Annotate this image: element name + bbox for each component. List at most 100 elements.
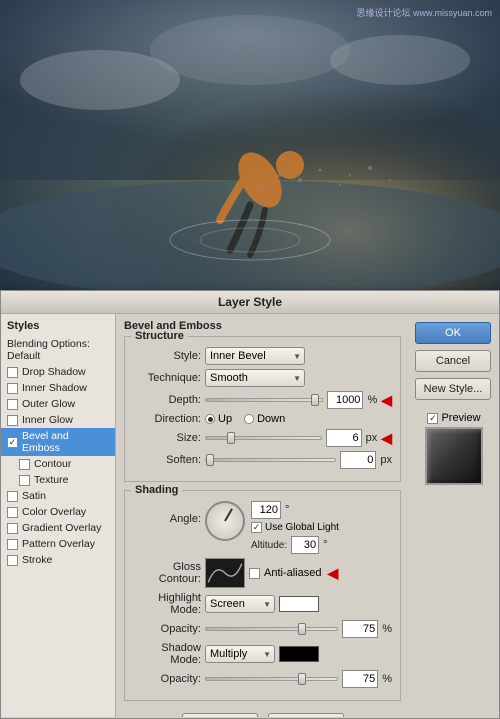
- style-bevel-emboss[interactable]: Bevel and Emboss: [1, 428, 115, 456]
- highlight-opacity-thumb[interactable]: [298, 623, 306, 635]
- direction-control: Up Down: [205, 413, 392, 425]
- style-dropdown-arrow: ▼: [293, 352, 301, 361]
- inner-glow-checkbox[interactable]: [7, 415, 18, 426]
- stroke-checkbox[interactable]: [7, 555, 18, 566]
- styles-panel-title: Styles: [1, 318, 115, 336]
- soften-control: px: [205, 451, 392, 469]
- size-slider[interactable]: [205, 436, 322, 440]
- style-inner-glow[interactable]: Inner Glow: [1, 412, 115, 428]
- technique-dropdown-arrow: ▼: [293, 374, 301, 383]
- highlight-mode-dropdown[interactable]: Screen ▼: [205, 595, 275, 613]
- angle-input[interactable]: [251, 501, 281, 519]
- style-pattern-overlay[interactable]: Pattern Overlay: [1, 536, 115, 552]
- shadow-opacity-input[interactable]: [342, 670, 378, 688]
- style-control: Inner Bevel ▼: [205, 347, 392, 365]
- new-style-button[interactable]: New Style...: [415, 378, 491, 400]
- shadow-opacity-label: Opacity:: [133, 673, 201, 685]
- angle-field-label: Angle:: [133, 513, 201, 525]
- depth-unit: %: [367, 394, 377, 406]
- style-inner-shadow[interactable]: Inner Shadow: [1, 380, 115, 396]
- size-slider-thumb[interactable]: [227, 432, 235, 444]
- anti-aliased-checkbox[interactable]: [249, 568, 260, 579]
- gloss-contour-arrow: ◀: [327, 565, 338, 582]
- style-stroke[interactable]: Stroke: [1, 552, 115, 568]
- bevel-emboss-checkbox[interactable]: [7, 437, 18, 448]
- anti-aliased-label: Anti-aliased: [264, 567, 321, 579]
- altitude-input[interactable]: [291, 536, 319, 554]
- gloss-contour-row: Gloss Contour: Anti-aliased ◀: [133, 558, 392, 588]
- shadow-opacity-slider[interactable]: [205, 677, 338, 681]
- contour-checkbox[interactable]: [19, 459, 30, 470]
- style-contour[interactable]: Contour: [1, 456, 115, 472]
- technique-field-label: Technique:: [133, 372, 201, 384]
- outer-glow-checkbox[interactable]: [7, 399, 18, 410]
- style-gradient-overlay[interactable]: Gradient Overlay: [1, 520, 115, 536]
- direction-up-option[interactable]: Up: [205, 413, 232, 425]
- direction-down-option[interactable]: Down: [244, 413, 285, 425]
- global-light-row: Use Global Light: [251, 522, 339, 533]
- shadow-mode-field-label: Shadow Mode:: [133, 642, 201, 666]
- technique-dropdown[interactable]: Smooth ▼: [205, 369, 305, 387]
- shadow-opacity-thumb[interactable]: [298, 673, 306, 685]
- highlight-color-box[interactable]: [279, 596, 319, 612]
- canvas-image: 思缘设计论坛 www.missyuan.com: [0, 0, 500, 290]
- right-buttons-panel: OK Cancel New Style... Preview: [409, 314, 499, 717]
- satin-checkbox[interactable]: [7, 491, 18, 502]
- inner-shadow-checkbox[interactable]: [7, 383, 18, 394]
- structure-title: Structure: [131, 330, 188, 342]
- style-row: Style: Inner Bevel ▼: [133, 347, 392, 365]
- highlight-opacity-slider[interactable]: [205, 627, 338, 631]
- direction-row: Direction: Up Down: [133, 413, 392, 425]
- size-field-label: Size:: [133, 432, 201, 444]
- altitude-row: Altitude: °: [251, 536, 339, 554]
- style-dropdown[interactable]: Inner Bevel ▼: [205, 347, 305, 365]
- style-texture[interactable]: Texture: [1, 472, 115, 488]
- ok-button[interactable]: OK: [415, 322, 491, 344]
- texture-checkbox[interactable]: [19, 475, 30, 486]
- style-satin[interactable]: Satin: [1, 488, 115, 504]
- soften-slider[interactable]: [205, 458, 336, 462]
- soften-input[interactable]: [340, 451, 376, 469]
- style-outer-glow[interactable]: Outer Glow: [1, 396, 115, 412]
- direction-down-radio[interactable]: [244, 414, 254, 424]
- depth-slider-thumb[interactable]: [311, 394, 319, 406]
- size-input[interactable]: [326, 429, 362, 447]
- shadow-opacity-control: %: [205, 670, 392, 688]
- blending-options-label: Blending Options: Default: [7, 338, 109, 362]
- highlight-mode-field-label: Highlight Mode:: [133, 592, 201, 616]
- gradient-overlay-checkbox[interactable]: [7, 523, 18, 534]
- preview-box: [425, 427, 483, 485]
- altitude-unit: °: [323, 539, 327, 551]
- style-drop-shadow[interactable]: Drop Shadow: [1, 364, 115, 380]
- angle-unit: °: [285, 504, 289, 516]
- size-control: px ◀: [205, 429, 392, 447]
- shadow-color-box[interactable]: [279, 646, 319, 662]
- style-blending-options[interactable]: Blending Options: Default: [1, 336, 115, 364]
- highlight-opacity-input[interactable]: [342, 620, 378, 638]
- gloss-contour-preview[interactable]: [205, 558, 245, 588]
- style-color-overlay[interactable]: Color Overlay: [1, 504, 115, 520]
- structure-section: Structure Style: Inner Bevel ▼ Technique…: [124, 336, 401, 482]
- depth-arrow-indicator: ◀: [381, 392, 392, 409]
- depth-slider[interactable]: [205, 398, 323, 402]
- shadow-mode-dropdown[interactable]: Multiply ▼: [205, 645, 275, 663]
- angle-control-area: ° Use Global Light Altitude: °: [205, 501, 339, 554]
- angle-dial[interactable]: [205, 501, 245, 541]
- reset-to-default-button[interactable]: Reset to Default: [268, 713, 344, 717]
- gloss-contour-control: Anti-aliased ◀: [205, 558, 392, 588]
- pattern-overlay-checkbox[interactable]: [7, 539, 18, 550]
- drop-shadow-checkbox[interactable]: [7, 367, 18, 378]
- depth-input[interactable]: [327, 391, 363, 409]
- color-overlay-checkbox[interactable]: [7, 507, 18, 518]
- make-default-button[interactable]: Make Default: [182, 713, 258, 717]
- soften-slider-thumb[interactable]: [206, 454, 214, 466]
- direction-up-radio[interactable]: [205, 414, 215, 424]
- highlight-mode-control: Screen ▼: [205, 595, 392, 613]
- size-row: Size: px ◀: [133, 429, 392, 447]
- depth-control: % ◀: [205, 391, 392, 409]
- soften-field-label: Soften:: [133, 454, 201, 466]
- cancel-button[interactable]: Cancel: [415, 350, 491, 372]
- global-light-checkbox[interactable]: [251, 522, 262, 533]
- highlight-opacity-unit: %: [382, 623, 392, 635]
- preview-checkbox[interactable]: [427, 413, 438, 424]
